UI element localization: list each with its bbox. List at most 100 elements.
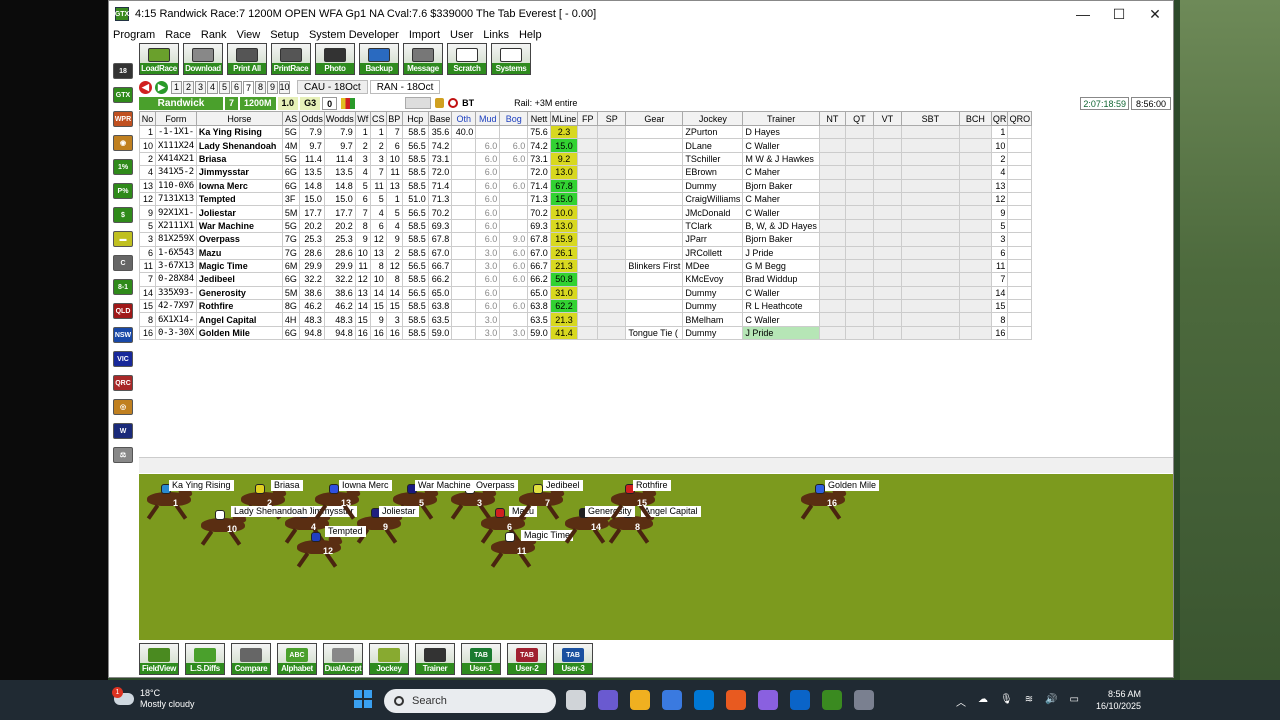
- maximize-button[interactable]: ☐: [1101, 1, 1137, 27]
- col-header-gear[interactable]: Gear: [625, 111, 684, 126]
- cell-mline[interactable]: 15.0: [549, 191, 579, 207]
- cell-vt[interactable]: [872, 151, 902, 167]
- cell-trainer[interactable]: D Hayes: [742, 124, 820, 140]
- cell-mline[interactable]: 62.2: [549, 299, 579, 314]
- cell-nett[interactable]: 65.0: [527, 285, 551, 301]
- cell-bp[interactable]: 1: [385, 191, 403, 207]
- cell-fp[interactable]: [577, 205, 599, 220]
- cell-qro[interactable]: [1007, 285, 1033, 301]
- cell-oth[interactable]: [451, 218, 477, 234]
- cell-gear[interactable]: [625, 232, 684, 247]
- runner-name-tag[interactable]: War Machine: [415, 480, 474, 491]
- cell-odds[interactable]: 46.2: [299, 299, 325, 314]
- cell-bog[interactable]: [499, 285, 529, 301]
- cell-wf[interactable]: 1: [354, 124, 371, 140]
- cell-cs[interactable]: 11: [369, 178, 387, 193]
- toolbar-printrace-button[interactable]: PrintRace: [271, 43, 311, 75]
- cell-bog[interactable]: [499, 312, 529, 327]
- cell-trainer[interactable]: C Waller: [742, 138, 820, 153]
- cell-vt[interactable]: [872, 285, 902, 301]
- cell-no[interactable]: 2: [139, 151, 156, 167]
- cell-horse[interactable]: Joliestar: [195, 205, 283, 220]
- menu-view[interactable]: View: [237, 29, 267, 41]
- cell-fp[interactable]: [577, 124, 599, 140]
- bottom-alphabet-button[interactable]: ABC Alphabet: [277, 643, 317, 675]
- cell-gear[interactable]: [625, 312, 684, 327]
- cell-cs[interactable]: 3: [369, 151, 387, 167]
- cell-nett[interactable]: 72.0: [527, 165, 551, 180]
- cell-odds[interactable]: 32.2: [299, 272, 325, 287]
- cell-vt[interactable]: [872, 165, 902, 180]
- cell-as[interactable]: 4H: [281, 312, 301, 327]
- cell-nt[interactable]: [818, 285, 846, 301]
- cell-sbt[interactable]: [900, 218, 960, 234]
- side-tool-2-icon[interactable]: WPR: [113, 111, 133, 127]
- cell-base[interactable]: 67.8: [427, 232, 453, 247]
- cell-qr[interactable]: 7: [990, 272, 1009, 287]
- cell-vt[interactable]: [872, 325, 902, 341]
- cell-mud[interactable]: 3.0: [475, 325, 501, 341]
- table-row[interactable]: 9 92X1X1- Joliestar 5M 17.7 17.7 7 4 5 56.5 70.2 6.…: [139, 205, 1033, 220]
- cell-hcp[interactable]: 56.5: [401, 205, 429, 220]
- cell-gear[interactable]: [625, 151, 684, 167]
- cell-wf[interactable]: 3: [354, 151, 371, 167]
- bottom-user-3-button[interactable]: TAB User-3: [553, 643, 593, 675]
- cell-sbt[interactable]: [900, 232, 960, 247]
- next-race-icon[interactable]: ▶: [155, 80, 168, 94]
- cell-horse[interactable]: Angel Capital: [195, 312, 283, 327]
- weather-widget[interactable]: 1 18°C Mostly cloudy: [112, 687, 195, 710]
- cell-sbt[interactable]: [900, 178, 960, 193]
- table-row[interactable]: 7 0-28X84 Jedibeel 6G 32.2 32.2 12 10 8 58.5 66.2 6…: [139, 272, 1033, 287]
- cell-bch[interactable]: [958, 178, 992, 193]
- cell-trainer[interactable]: C Maher: [742, 165, 820, 180]
- cell-hcp[interactable]: 58.5: [401, 232, 429, 247]
- cell-vt[interactable]: [872, 258, 902, 274]
- cell-mud[interactable]: 6.0: [475, 165, 501, 180]
- cell-wf[interactable]: 12: [354, 272, 371, 287]
- race-tab-6[interactable]: 6: [231, 80, 242, 94]
- cell-nett[interactable]: 67.0: [527, 245, 551, 260]
- cell-bog[interactable]: [499, 218, 529, 234]
- cell-cs[interactable]: 12: [369, 232, 387, 247]
- close-button[interactable]: ✕: [1137, 1, 1173, 27]
- cell-vt[interactable]: [872, 312, 902, 327]
- cell-fp[interactable]: [577, 312, 599, 327]
- col-header-mline[interactable]: MLine: [549, 111, 579, 126]
- cell-mline[interactable]: 50.8: [549, 272, 579, 287]
- cell-sp[interactable]: [597, 325, 627, 341]
- side-tool-0-icon[interactable]: 18: [113, 63, 133, 79]
- cell-odds[interactable]: 14.8: [299, 178, 325, 193]
- cell-qro[interactable]: [1007, 218, 1033, 234]
- cell-bch[interactable]: [958, 138, 992, 153]
- runner-name-tag[interactable]: Tempted: [325, 526, 366, 537]
- cell-cs[interactable]: 9: [369, 312, 387, 327]
- cell-bch[interactable]: [958, 285, 992, 301]
- cell-qr[interactable]: 3: [990, 232, 1009, 247]
- cell-bog[interactable]: 9.0: [499, 232, 529, 247]
- cell-qt[interactable]: [844, 258, 874, 274]
- cell-odds[interactable]: 7.9: [299, 124, 325, 140]
- bottom-l-s-diffs-button[interactable]: L.S.Diffs: [185, 643, 225, 675]
- cell-wodds[interactable]: 29.9: [323, 258, 356, 274]
- cell-qr[interactable]: 12: [990, 191, 1009, 207]
- cell-sbt[interactable]: [900, 312, 960, 327]
- cell-vt[interactable]: [872, 124, 902, 140]
- cell-form[interactable]: 42-7X97: [155, 299, 197, 314]
- cell-vt[interactable]: [872, 178, 902, 193]
- menu-rank[interactable]: Rank: [201, 29, 233, 41]
- cell-vt[interactable]: [872, 138, 902, 153]
- cell-no[interactable]: 8: [139, 312, 156, 327]
- horizontal-splitter[interactable]: [139, 457, 1173, 473]
- col-header-horse[interactable]: Horse: [195, 111, 283, 126]
- cell-horse[interactable]: Mazu: [195, 245, 283, 260]
- cell-sp[interactable]: [597, 218, 627, 234]
- cell-gear[interactable]: [625, 205, 684, 220]
- cell-wodds[interactable]: 9.7: [323, 138, 356, 153]
- cell-bp[interactable]: 9: [385, 232, 403, 247]
- cell-bp[interactable]: 14: [385, 285, 403, 301]
- cell-cs[interactable]: 14: [369, 285, 387, 301]
- cell-hcp[interactable]: 58.5: [401, 124, 429, 140]
- cell-bch[interactable]: [958, 165, 992, 180]
- cell-bp[interactable]: 15: [385, 299, 403, 314]
- cell-wf[interactable]: 2: [354, 138, 371, 153]
